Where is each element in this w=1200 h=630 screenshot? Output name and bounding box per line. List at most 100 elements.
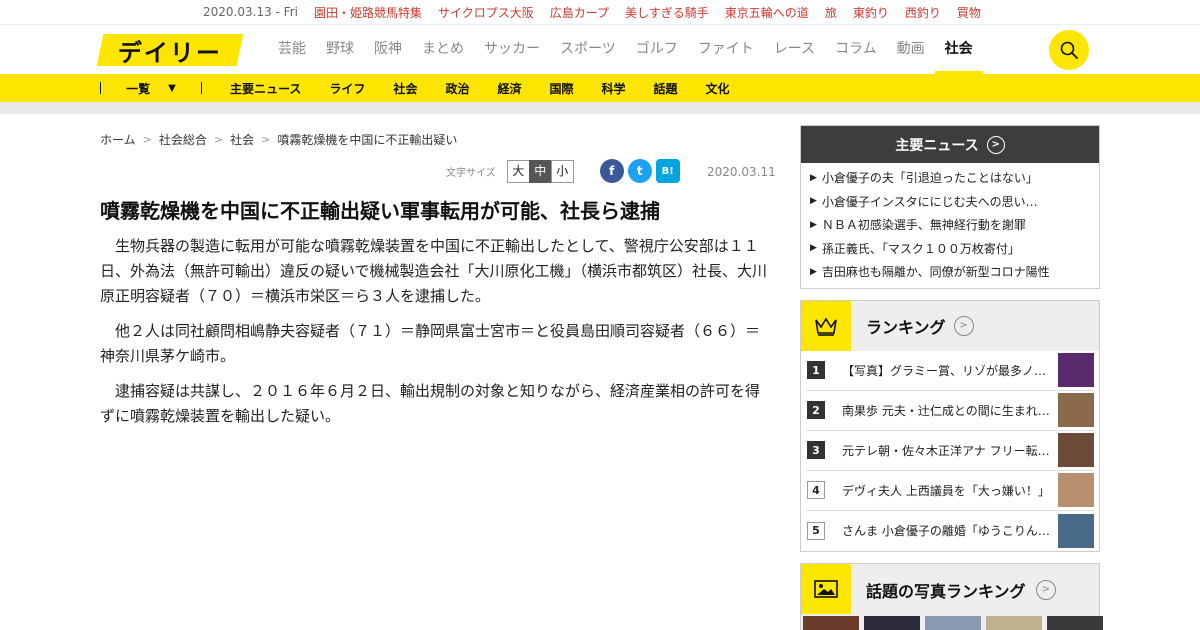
photo-ranking-title: 話題の写真ランキング xyxy=(866,581,1026,601)
separator-band xyxy=(0,102,1200,114)
news-item[interactable]: ▶ ＮＢＡ初感染選手、無神経行動を謝罪 xyxy=(801,213,1099,237)
nav-item[interactable]: 野球 xyxy=(316,25,364,75)
dropdown-triangle-icon: ▼ xyxy=(168,82,176,94)
ranking-item[interactable]: 2 南果歩 元夫・辻仁成との間に生まれた… xyxy=(806,391,1094,431)
subnav-item[interactable]: 科学 xyxy=(601,80,625,97)
ranking-thumbnail xyxy=(1058,473,1094,507)
font-size-button[interactable]: 大 xyxy=(506,159,530,183)
subnav-item[interactable]: 社会 xyxy=(393,80,417,97)
logo-text: デイリー xyxy=(118,38,222,67)
article-date: 2020.03.11 xyxy=(707,165,776,179)
ranking-thumbnail xyxy=(1058,513,1094,548)
search-button[interactable] xyxy=(1049,30,1089,70)
nav-item[interactable]: 芸能 xyxy=(268,25,316,75)
category-subnav: 一覧 ▼ 主要ニュース ライフ 社会 政治 経済 国際 科学 話題 文化 xyxy=(0,74,1200,102)
breadcrumb-link[interactable]: 社会総合 xyxy=(159,131,207,148)
nav-item[interactable]: レース xyxy=(764,25,825,75)
breadcrumb-link[interactable]: 社会 xyxy=(230,131,254,148)
news-item-label: 小倉優子の夫「引退迫ったことはない」 xyxy=(821,171,1038,186)
top-link[interactable]: 西釣り xyxy=(905,4,941,21)
subnav-item[interactable]: 主要ニュース xyxy=(230,80,301,97)
breadcrumb-link[interactable]: ホーム xyxy=(100,131,136,148)
subnav-item[interactable]: 話題 xyxy=(654,80,678,97)
news-item-label: ＮＢＡ初感染選手、無神経行動を謝罪 xyxy=(821,218,1026,233)
breadcrumb-separator-icon: > xyxy=(213,133,224,146)
article-paragraph: 生物兵器の製造に転用が可能な噴霧乾燥装置を中国に不正輸出したとして、警視庁公安部… xyxy=(100,237,768,305)
triangle-right-icon: ▶ xyxy=(810,219,817,230)
article-toolbar: 文字サイズ 大中小 f t B! xyxy=(446,159,680,183)
main-nav: 芸能 野球 阪神 まとめ サッカー スポーツ ゴルフ ファイト レース コラム 動画 社会 xyxy=(268,25,983,75)
news-item[interactable]: ▶ 孫正義氏、「マスク１００万枚寄付」 xyxy=(801,237,1099,261)
sidebar: 主要ニュース > ▶ 小倉優子の夫「引退迫ったことはない」 ▶ 小倉優子インスタににじ… xyxy=(800,125,1103,630)
ranking-box: ランキング > 1 【写真】グラミー賞、リゾが最多ノミネート… 2 南果歩 元夫・辻仁… xyxy=(800,299,1100,552)
photo-thumbnail[interactable] xyxy=(864,615,920,630)
top-link[interactable]: 美しすぎる騎手 xyxy=(625,4,709,21)
nav-item[interactable]: まとめ xyxy=(412,25,474,75)
chevron-right-icon: > xyxy=(953,315,974,336)
photo-thumbnail[interactable] xyxy=(1047,615,1103,630)
ranking-item[interactable]: 3 元テレ朝・佐々木正洋アナ フリー転身… xyxy=(806,431,1094,471)
top-link[interactable]: 旅 xyxy=(825,4,837,21)
nav-item[interactable]: ファイト xyxy=(688,25,764,75)
news-item-label: 吉田麻也も隔離か、同僚が新型コロナ陽性 xyxy=(821,265,1050,280)
nav-item[interactable]: サッカー xyxy=(474,25,550,75)
breadcrumb-separator-icon: > xyxy=(142,133,152,146)
ranking-item[interactable]: 4 デヴィ夫人 上西議員を「大っ嫌い！」 xyxy=(806,471,1094,511)
breadcrumb-separator-icon: > xyxy=(261,133,271,146)
subnav-item[interactable]: 経済 xyxy=(497,80,521,97)
nav-item[interactable]: スポーツ xyxy=(550,25,626,75)
major-news-box: 主要ニュース > ▶ 小倉優子の夫「引退迫ったことはない」 ▶ 小倉優子インスタににじ… xyxy=(800,125,1100,289)
top-link[interactable]: 東京五輪への道 xyxy=(725,4,809,21)
top-link[interactable]: 広島カープ xyxy=(550,4,609,21)
category-list-dropdown[interactable]: 一覧 ▼ xyxy=(101,80,201,97)
nav-item[interactable]: 阪神 xyxy=(364,25,412,75)
triangle-right-icon: ▶ xyxy=(810,196,817,207)
ranking-item[interactable]: 5 さんま 小倉優子の離婚「ゆうこりんは… xyxy=(806,511,1094,551)
top-link[interactable]: 東釣り xyxy=(853,4,889,21)
article-title: 噴霧乾燥機を中国に不正輸出疑い軍事転用が可能、社長ら逮捕 xyxy=(100,199,660,223)
nav-item[interactable]: 社会 xyxy=(934,25,983,75)
font-size-button[interactable]: 小 xyxy=(550,159,574,183)
photo-ranking-box[interactable]: 話題の写真ランキング > xyxy=(800,562,1103,630)
site-header: デイリー 芸能 野球 阪神 まとめ サッカー スポーツ ゴルフ ファイト レース コラム 動画 社会 xyxy=(0,24,1200,75)
top-link[interactable]: サイクロプス大阪 xyxy=(438,4,534,21)
top-link[interactable]: 園田・姫路競馬特集 xyxy=(314,4,422,21)
photo-thumbnail[interactable] xyxy=(986,615,1042,630)
top-link[interactable]: 買物 xyxy=(957,4,981,21)
ranking-item[interactable]: 1 【写真】グラミー賞、リゾが最多ノミネート… xyxy=(806,351,1094,391)
font-size-button[interactable]: 中 xyxy=(528,159,552,183)
article-paragraph: 逮捕容疑は共謀し、２０１６年６月２日、輸出規制の対象と知りながら、経済産業相の許… xyxy=(100,382,761,425)
photo-thumbnail[interactable] xyxy=(925,615,981,630)
breadcrumb: ホーム > 社会総合 > 社会 > 噴霧乾燥機を中国に不正輸出疑い xyxy=(100,131,457,148)
major-news-list: ▶ 小倉優子の夫「引退迫ったことはない」 ▶ 小倉優子インスタににじむ夫への思い… ▶ Ｎ… xyxy=(801,163,1099,288)
hatena-bookmark-button[interactable]: B! xyxy=(655,159,680,183)
rank-number: 4 xyxy=(807,481,825,499)
facebook-share-button[interactable]: f xyxy=(599,159,624,183)
news-item-label: 孫正義氏、「マスク１００万枚寄付」 xyxy=(821,241,1020,256)
article-paragraph: 他２人は同社顧問相嶋静夫容疑者（７１）＝静岡県富士宮市＝と役員島田順司容疑者（６… xyxy=(100,322,761,365)
nav-item[interactable]: コラム xyxy=(825,25,887,75)
photo-thumbnail[interactable] xyxy=(803,615,859,630)
crown-icon xyxy=(801,300,851,351)
subnav-item[interactable]: 文化 xyxy=(706,80,730,97)
font-size-label: 文字サイズ xyxy=(446,167,496,179)
nav-item[interactable]: 動画 xyxy=(887,25,935,75)
news-item[interactable]: ▶ 小倉優子の夫「引退迫ったことはない」 xyxy=(801,166,1099,190)
news-item[interactable]: ▶ 吉田麻也も隔離か、同僚が新型コロナ陽性 xyxy=(801,260,1099,284)
top-link-strip: 2020.03.13 - Fri 園田・姫路競馬特集 サイクロプス大阪 広島カープ美… xyxy=(0,0,1200,24)
subnav-item[interactable]: ライフ xyxy=(329,80,365,97)
major-news-header[interactable]: 主要ニュース > xyxy=(801,126,1099,163)
ranking-header[interactable]: ランキング > xyxy=(801,300,1099,351)
subnav-item[interactable]: 政治 xyxy=(445,80,469,97)
nav-item[interactable]: ゴルフ xyxy=(626,25,688,75)
rank-number: 5 xyxy=(807,521,825,540)
photo-thumbnails xyxy=(803,615,1103,630)
news-item[interactable]: ▶ 小倉優子インスタににじむ夫への思い… xyxy=(801,190,1099,214)
ranking-item-title: 【写真】グラミー賞、リゾが最多ノミネート… xyxy=(842,363,1058,378)
subnav-item[interactable]: 国際 xyxy=(549,80,573,97)
triangle-right-icon: ▶ xyxy=(810,243,817,254)
daily-logo[interactable]: デイリー xyxy=(96,34,244,67)
ranking-thumbnail xyxy=(1058,393,1094,427)
twitter-share-button[interactable]: t xyxy=(627,159,652,183)
ranking-item-title: 南果歩 元夫・辻仁成との間に生まれた… xyxy=(842,403,1058,418)
